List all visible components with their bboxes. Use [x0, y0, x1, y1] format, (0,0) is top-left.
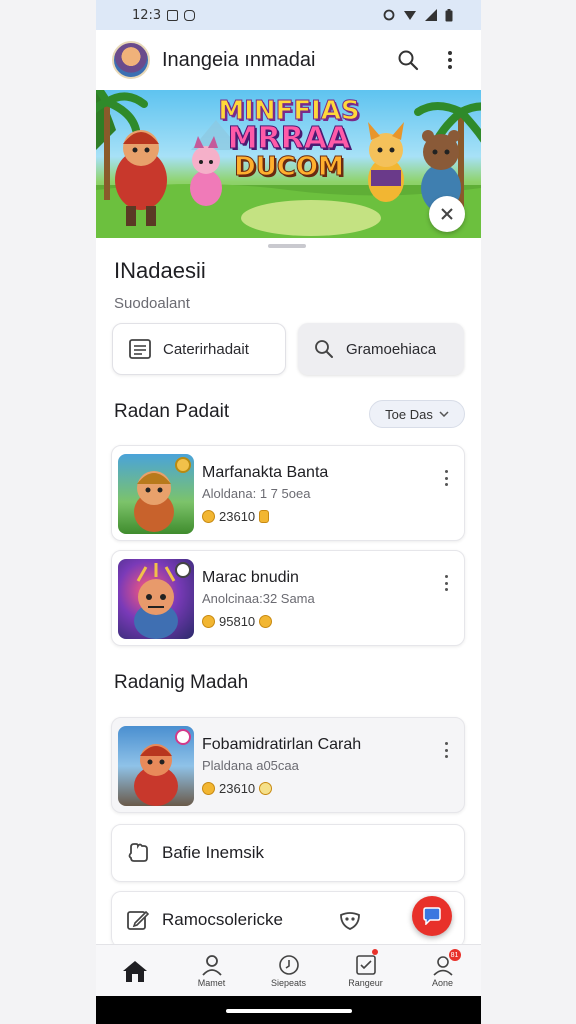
search-icon [315, 340, 333, 358]
notification-icon [167, 9, 179, 21]
nav-label: Siepeats [270, 977, 307, 988]
coin-icon [202, 615, 215, 628]
more-vert-icon [444, 575, 448, 578]
avatar[interactable] [112, 41, 150, 79]
nav-label: Rangeur [348, 977, 383, 988]
status-time: 12:3 [132, 7, 162, 23]
game-name: Marfanakta Banta [202, 464, 329, 481]
category-button[interactable]: Caterirhadait [112, 323, 286, 375]
game-more-button[interactable] [438, 738, 454, 762]
nav-item-home[interactable] [96, 945, 173, 996]
home-gesture-pill[interactable] [226, 1009, 352, 1013]
list-item-label: Ramocsolericke [162, 909, 283, 929]
bottom-navigation: Mamet Siepeats Rangeur 81 Aone [96, 944, 481, 996]
more-vert-icon [448, 51, 452, 69]
nav-item-account[interactable]: 81 Aone [404, 945, 481, 996]
game-card[interactable]: Marac bnudin Anolcinaa:32 Sama 95810 [111, 550, 465, 646]
compass-icon [278, 954, 299, 975]
home-icon [122, 960, 147, 982]
list-item-label: Bafie Inemsik [162, 843, 265, 862]
search-button[interactable] [391, 43, 425, 77]
game-search-button[interactable]: Gramoehiaca [298, 323, 464, 375]
sort-filter-dropdown[interactable]: Toe Das [369, 400, 465, 428]
recent-section-title: Radan Padait [114, 401, 230, 422]
game-thumbnail [118, 559, 194, 639]
chat-icon [423, 907, 441, 925]
game-card[interactable]: Fobamidratirlan Carah Plaldana a05caa 23… [111, 717, 465, 813]
coin-icon [259, 615, 273, 628]
system-navigation-bar [96, 996, 481, 1024]
game-stats: 95810 [202, 614, 432, 629]
game-badge-icon [175, 729, 191, 745]
game-stats: 23610 [202, 781, 432, 796]
game-thumbnail [118, 454, 194, 534]
game-stat-value: 95810 [219, 614, 256, 629]
search-icon [398, 50, 419, 71]
puzzle-icon [128, 843, 148, 862]
game-subtitle: Aloldana: 1 7 5oea [202, 486, 311, 501]
game-card[interactable]: Marfanakta Banta Aloldana: 1 7 5oea 2361… [111, 445, 465, 541]
banner-fox-character [368, 122, 404, 202]
game-badge-icon [175, 457, 191, 473]
game-name: Marac bnudin [202, 569, 299, 586]
game-thumbnail [118, 726, 194, 806]
nav-item-profile[interactable]: Mamet [173, 945, 250, 996]
category-button-label: Caterirhadait [163, 340, 249, 358]
edit-icon [127, 910, 150, 930]
featured-banner[interactable]: MINFFIAS MRRAA DUCOM [96, 90, 481, 238]
more-vert-icon [444, 742, 448, 745]
banner-action-button[interactable] [429, 196, 465, 232]
game-search-label: Gramoehiaca [346, 340, 437, 358]
game-subtitle: Anolcinaa:32 Sama [202, 591, 315, 606]
status-bar: 12:3 [96, 0, 481, 30]
notification-badge: 81 [448, 949, 461, 961]
section-title-2: Radanig Madah [114, 672, 249, 693]
nav-label: Aone [431, 977, 454, 988]
coin-icon [259, 782, 273, 795]
game-more-button[interactable] [438, 466, 454, 490]
app-title: Inangeia ınmadai [162, 48, 316, 71]
signal-icon [425, 9, 437, 21]
nav-label: Mamet [197, 977, 226, 988]
chat-fab-button[interactable] [412, 896, 452, 936]
game-subtitle: Plaldana a05caa [202, 758, 299, 773]
close-icon [441, 208, 453, 220]
mask-icon [340, 911, 360, 930]
game-stats: 23610 [202, 509, 432, 524]
trophy-icon [259, 510, 270, 523]
nav-item-rankings[interactable]: Rangeur [327, 945, 404, 996]
game-badge-icon [175, 562, 191, 578]
wifi-icon [404, 11, 416, 20]
game-logo: MINFFIAS MRRAA DUCOM [218, 96, 360, 182]
game-name: Fobamidratirlan Carah [202, 736, 362, 753]
section-title: INadaesii [114, 258, 206, 283]
game-stat-value: 23610 [219, 781, 256, 796]
more-vert-icon [444, 470, 448, 473]
alarm-icon [383, 9, 395, 21]
game-stat-value: 23610 [219, 509, 256, 524]
battery-icon [445, 8, 453, 21]
coin-icon [202, 510, 215, 523]
app-bar: Inangeia ınmadai [96, 30, 481, 90]
list-item[interactable]: Bafie Inemsik [111, 824, 465, 882]
phone-screen: 12:3 Inangeia ınmadai MINFFIAS MRRAA DUC… [96, 0, 481, 1024]
game-more-button[interactable] [438, 571, 454, 595]
drag-handle[interactable] [268, 244, 306, 248]
nav-item-explore[interactable]: Siepeats [250, 945, 327, 996]
person-icon [201, 954, 222, 976]
app-notification-icon [184, 9, 196, 21]
overflow-menu-button[interactable] [433, 43, 467, 77]
section-subtitle: Suodoalant [114, 295, 190, 312]
chevron-down-icon [439, 411, 449, 417]
list-icon [129, 339, 151, 359]
notification-dot [371, 949, 378, 955]
sort-filter-label: Toe Das [385, 406, 433, 422]
checklist-icon [355, 954, 376, 975]
coin-icon [202, 782, 215, 795]
